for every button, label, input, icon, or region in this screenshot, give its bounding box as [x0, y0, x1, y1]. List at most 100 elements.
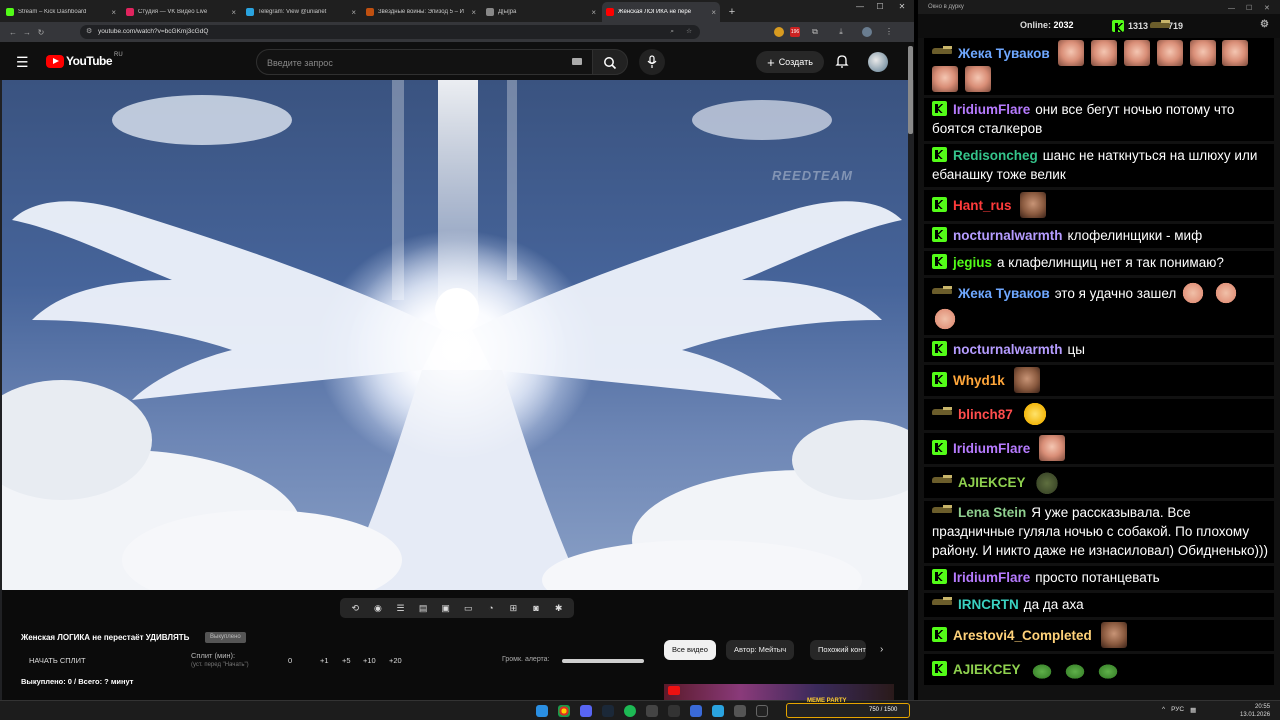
voice-search-button[interactable] — [639, 49, 665, 75]
chip-similar[interactable]: Похожий конт — [810, 640, 866, 660]
split-add-10[interactable]: +10 — [363, 656, 376, 665]
site-info-icon[interactable]: ⚙ — [86, 25, 92, 39]
browser-tab-1[interactable]: Студия — VK Видео Live × — [122, 2, 240, 22]
keyboard-icon[interactable] — [572, 58, 582, 65]
chat-username[interactable]: Redisoncheg — [953, 148, 1038, 163]
profile-avatar[interactable] — [862, 27, 872, 37]
discord-icon[interactable] — [580, 705, 592, 717]
video-player[interactable]: REEDTEAM — [2, 80, 908, 590]
chat-message: Whyd1k — [924, 365, 1274, 396]
tab-title: Stream – Kick Dashboard — [18, 9, 87, 15]
obs-icon[interactable] — [756, 705, 768, 717]
steam-icon[interactable] — [602, 705, 614, 717]
split-add-1[interactable]: +1 — [320, 656, 329, 665]
alert-volume-slider[interactable] — [562, 659, 644, 663]
kick-badge-icon — [932, 101, 947, 116]
app-icon-3[interactable] — [734, 705, 746, 717]
search-button[interactable] — [592, 49, 628, 75]
chrome-icon[interactable] — [558, 705, 570, 717]
playlist-icon[interactable]: ☰ — [393, 602, 407, 614]
create-button[interactable]: + Создать — [756, 51, 824, 73]
split-add-20[interactable]: +20 — [389, 656, 402, 665]
browser-tab-0[interactable]: Stream – Kick Dashboard × — [2, 2, 120, 22]
browser-tab-5[interactable]: Женская ЛОГИКА не пере × — [602, 2, 720, 22]
speed-gauge-icon[interactable]: ◔ — [484, 602, 498, 614]
chat-username[interactable]: Жека Туваков — [958, 286, 1050, 301]
maximize-icon[interactable]: ☐ — [870, 2, 890, 11]
menu-hamburger-icon[interactable]: ☰ — [16, 54, 29, 71]
reload-icon[interactable]: ↻ — [34, 28, 48, 37]
language-indicator[interactable]: РУС — [1171, 706, 1184, 714]
tab-close-icon[interactable]: × — [231, 8, 236, 17]
bookmark-star-icon[interactable]: ☆ — [686, 25, 692, 39]
system-clock[interactable]: 20:55 13.01.2026 — [1240, 703, 1270, 719]
split-value-0[interactable]: 0 — [288, 656, 292, 665]
chips-next-chevron-icon[interactable]: › — [880, 644, 883, 655]
picture-in-picture-icon[interactable]: ▣ — [439, 602, 453, 614]
chat-username[interactable]: IridiumFlare — [953, 441, 1030, 456]
app-icon-2[interactable] — [668, 705, 680, 717]
start-windows-icon[interactable] — [536, 705, 548, 717]
menu-dots-icon[interactable]: ⋮ — [884, 27, 894, 37]
recommended-thumbnail[interactable] — [664, 684, 894, 700]
notifications-bell-icon[interactable] — [834, 53, 850, 69]
audio-icon[interactable]: ◉ — [371, 602, 385, 614]
chat-username[interactable]: nocturnalwarmth — [953, 228, 1063, 243]
telegram-icon[interactable] — [712, 705, 724, 717]
network-icon[interactable]: ▦ — [1190, 706, 1196, 714]
spotify-icon[interactable] — [624, 705, 636, 717]
chat-username[interactable]: Lena Stein — [958, 505, 1026, 520]
forward-icon[interactable]: → — [20, 28, 34, 37]
download-icon[interactable]: ⤓ — [836, 27, 846, 37]
loop-icon[interactable]: ⟲ — [348, 602, 362, 614]
account-avatar[interactable] — [868, 52, 888, 72]
start-split-button[interactable]: НАЧАТЬ СПЛИТ — [29, 656, 86, 665]
chat-username[interactable]: jegius — [953, 255, 992, 270]
theater-icon[interactable]: ▭ — [461, 602, 475, 614]
chat-username[interactable]: IridiumFlare — [953, 102, 1030, 117]
chat-username[interactable]: Hant_rus — [953, 198, 1012, 213]
app-icon-1[interactable] — [646, 705, 658, 717]
tab-close-icon[interactable]: × — [711, 8, 716, 17]
tab-close-icon[interactable]: × — [471, 8, 476, 17]
close-window-icon[interactable]: ✕ — [892, 2, 912, 11]
tab-close-icon[interactable]: × — [111, 8, 116, 17]
browser-tab-3[interactable]: Звёздные войны: Эпизод 5 – И × — [362, 2, 480, 22]
chip-all-videos[interactable]: Все видео — [664, 640, 716, 660]
chat-settings-gear-icon[interactable]: ⚙ — [1260, 19, 1269, 30]
extensions-puzzle-icon[interactable]: ⧉ — [810, 27, 820, 37]
chat-username[interactable]: AJIEKCEY — [953, 662, 1021, 677]
media-player-icon[interactable] — [690, 705, 702, 717]
zoom-icon[interactable]: ⌕ — [670, 25, 674, 39]
new-tab-button[interactable]: + — [724, 2, 740, 22]
profile-badge[interactable]: 196 — [790, 27, 800, 37]
youtube-logo[interactable]: YouTube RU — [46, 52, 123, 68]
chat-username[interactable]: Arestovi4_Completed — [953, 628, 1092, 643]
screenshot-camera-icon[interactable]: ◙ — [529, 602, 543, 614]
tab-close-icon[interactable]: × — [351, 8, 356, 17]
tray-chevron-icon[interactable]: ^ — [1162, 706, 1165, 714]
browser-tab-4[interactable]: Д[ы]ра × — [482, 2, 600, 22]
emote-face-icon — [1222, 40, 1249, 66]
chat-username[interactable]: IRNCRTN — [958, 597, 1019, 612]
chat-username[interactable]: Жека Туваков — [958, 46, 1050, 61]
search-input[interactable]: Введите запрос — [256, 49, 594, 75]
chat-username[interactable]: IridiumFlare — [953, 570, 1030, 585]
split-add-5[interactable]: +5 — [342, 656, 351, 665]
tab-close-icon[interactable]: × — [591, 8, 596, 17]
url-field[interactable]: ⚙ youtube.com/watch?v=bcGKmj3cGdQ ⌕ ☆ — [80, 25, 700, 39]
chat-username[interactable]: blinch87 — [958, 407, 1013, 422]
bought-tag-button[interactable]: Выкуплено — [205, 632, 246, 643]
minimize-icon[interactable]: — — [850, 2, 870, 11]
add-clip-icon[interactable]: ⊞ — [506, 602, 520, 614]
chat-username[interactable]: nocturnalwarmth — [953, 342, 1063, 357]
chat-username[interactable]: Whyd1k — [953, 373, 1005, 388]
settings-gear-icon[interactable]: ✱ — [552, 602, 566, 614]
page-scrollbar[interactable] — [908, 46, 913, 134]
chat-username[interactable]: AJIEKCEY — [958, 475, 1026, 490]
browser-tab-2[interactable]: Telegram: View @unianet × — [242, 2, 360, 22]
chip-author[interactable]: Автор: Мейтыч — [726, 640, 795, 660]
back-icon[interactable]: ← — [6, 28, 20, 37]
extension-icon[interactable] — [774, 27, 784, 37]
clapper-icon[interactable]: ▤ — [416, 602, 430, 614]
